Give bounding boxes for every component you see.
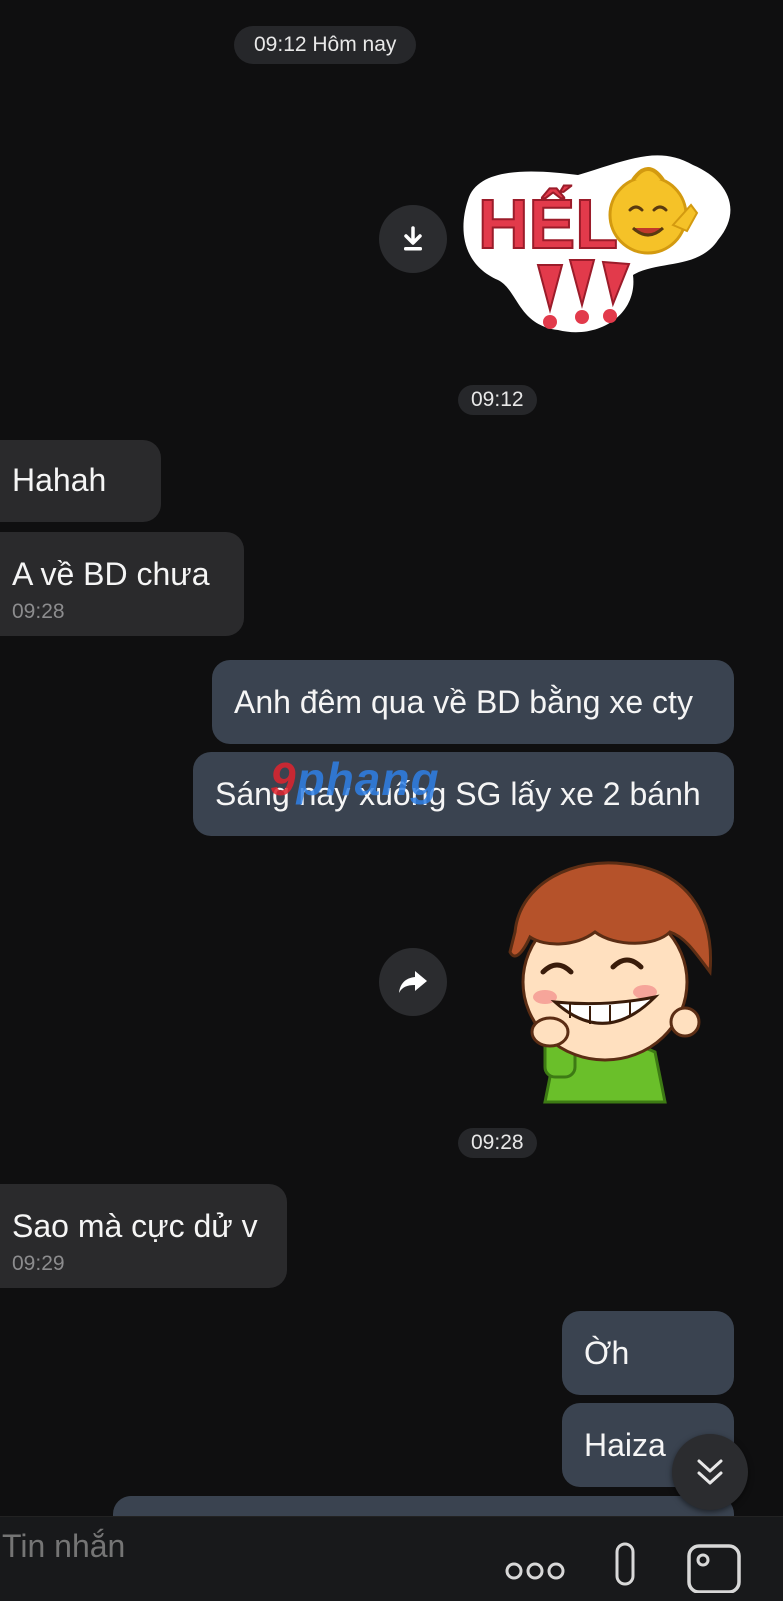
message-time: 09:29 [12, 1252, 65, 1275]
image-button[interactable] [686, 1543, 742, 1598]
message-text: Hahah [12, 462, 107, 498]
message-text: Sao mà cực dử v [12, 1208, 258, 1244]
message-bubble-incoming[interactable]: Hahah [0, 440, 161, 522]
message-text: Haiza [584, 1427, 666, 1463]
svg-text:HẾL: HẾL [478, 185, 618, 263]
mic-button[interactable] [610, 1541, 640, 1596]
date-header: 09:12 Hôm nay [234, 26, 417, 64]
more-button[interactable] [505, 1551, 565, 1586]
forward-button[interactable] [379, 948, 447, 1016]
message-text: Anh đêm qua về BD bằng xe cty [234, 684, 693, 720]
composer-bar [0, 1516, 783, 1601]
double-chevron-down-icon [697, 1459, 723, 1485]
sticker-boy[interactable] [495, 852, 720, 1110]
more-icon [505, 1562, 565, 1580]
message-bubble-incoming[interactable]: Sao mà cực dử v 09:29 [0, 1184, 287, 1288]
message-bubble-outgoing[interactable]: Ờh [562, 1311, 734, 1395]
sticker-hello[interactable]: HẾL [458, 140, 738, 340]
hello-sticker-image: HẾL [463, 155, 731, 333]
download-icon [404, 226, 422, 251]
message-time: 09:28 [12, 600, 65, 623]
timestamp: 09:28 [458, 1128, 537, 1158]
image-icon [687, 1544, 741, 1594]
download-button[interactable] [379, 205, 447, 273]
message-bubble-incoming[interactable]: A về BD chưa 09:28 [0, 532, 244, 636]
scroll-to-bottom-button[interactable] [672, 1434, 748, 1510]
message-input[interactable] [0, 1527, 474, 1566]
boy-sticker-image [508, 861, 713, 1104]
message-text: Sáng nay xuống SG lấy xe 2 bánh [215, 776, 701, 812]
message-text: A về BD chưa [12, 556, 210, 592]
timestamp: 09:12 [458, 385, 537, 415]
message-bubble-outgoing[interactable]: Anh đêm qua về BD bằng xe cty [212, 660, 734, 744]
forward-icon [399, 971, 427, 993]
message-text: Ờh [584, 1335, 630, 1371]
message-bubble-outgoing[interactable]: Sáng nay xuống SG lấy xe 2 bánh [193, 752, 734, 836]
mic-icon [615, 1542, 635, 1586]
